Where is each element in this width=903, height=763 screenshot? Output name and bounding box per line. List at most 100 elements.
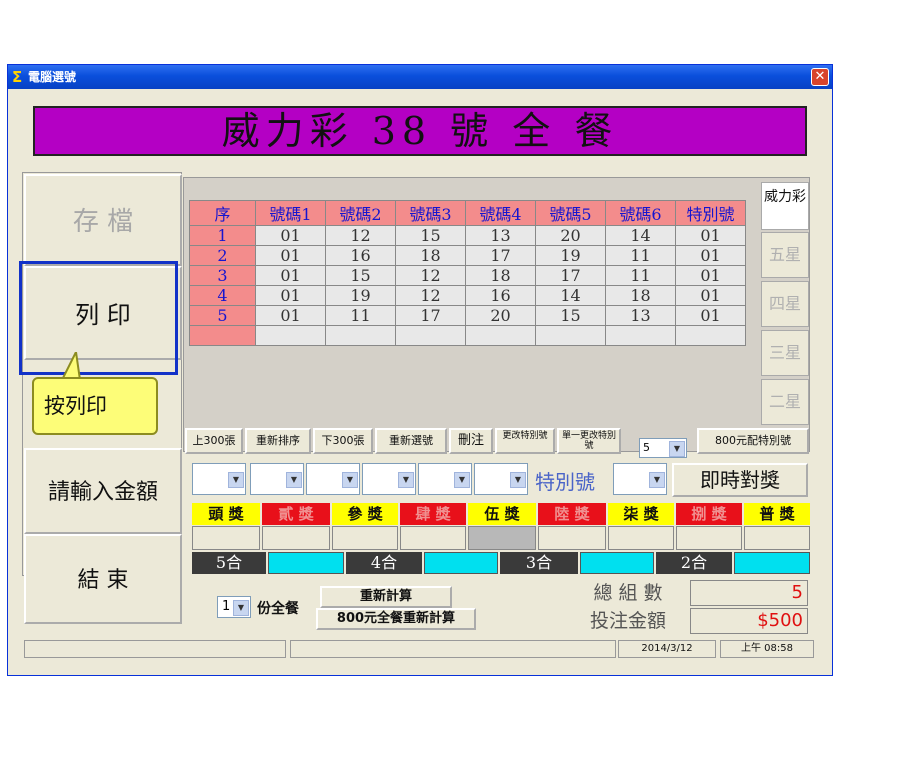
number-select-3[interactable]: ▼ — [306, 463, 360, 495]
cell: 01 — [255, 225, 326, 246]
resort-button[interactable]: 重新排序 — [245, 428, 311, 454]
prize-count — [538, 526, 606, 550]
table-row[interactable]: 4 01 19 12 16 14 18 01 — [189, 285, 746, 306]
cell: 19 — [325, 285, 396, 306]
recalc-800-button[interactable]: 800元全餐重新計算 — [316, 608, 476, 630]
cell: 12 — [395, 265, 466, 286]
col-header: 號碼6 — [605, 200, 676, 226]
cell — [605, 325, 676, 346]
match-count — [734, 552, 810, 574]
banner-title: 威力彩 38 號 全 餐 — [33, 106, 807, 156]
copies-value: 1 — [222, 599, 231, 614]
numbers-table: 序 號碼1 號碼2 號碼3 號碼4 號碼5 號碼6 特別號 1 01 12 15… — [189, 200, 746, 346]
chevron-down-icon[interactable]: ▼ — [228, 472, 244, 488]
chevron-down-icon[interactable]: ▼ — [669, 441, 685, 457]
next-300-button[interactable]: 下300張 — [313, 428, 373, 454]
col-header: 號碼4 — [465, 200, 536, 226]
number-select-2[interactable]: ▼ — [250, 463, 304, 495]
status-time: 上午 08:58 — [720, 640, 814, 658]
cell: 01 — [255, 305, 326, 326]
cell: 01 — [255, 285, 326, 306]
copies-label: 份全餐 — [257, 601, 299, 617]
cell: 19 — [535, 245, 606, 266]
recalc-button[interactable]: 重新計算 — [320, 586, 452, 608]
delete-button[interactable]: 刪注 — [449, 428, 493, 454]
chevron-down-icon[interactable]: ▼ — [510, 472, 526, 488]
count-value: 5 — [643, 441, 650, 454]
cell — [535, 325, 606, 346]
cell — [465, 325, 536, 346]
cell: 01 — [675, 225, 746, 246]
special-800-button[interactable]: 800元配特別號 — [697, 428, 809, 454]
cell: 14 — [535, 285, 606, 306]
prize-label: 貳 獎 — [262, 503, 330, 525]
match-label: 5合 — [192, 552, 266, 574]
table-row-empty[interactable] — [189, 325, 746, 346]
prize-count — [400, 526, 466, 550]
table-row[interactable]: 5 01 11 17 20 15 13 01 — [189, 305, 746, 326]
chevron-down-icon[interactable]: ▼ — [454, 472, 470, 488]
reselect-button[interactable]: 重新選號 — [375, 428, 447, 454]
tab-two-star[interactable]: 二星 — [761, 379, 809, 425]
chevron-down-icon[interactable]: ▼ — [286, 472, 302, 488]
status-panel-1 — [24, 640, 286, 658]
row-seq — [189, 325, 256, 346]
col-header: 特別號 — [675, 200, 746, 226]
col-header: 號碼1 — [255, 200, 326, 226]
enter-amount-button[interactable]: 請輸入金額 — [24, 448, 182, 534]
cell: 01 — [255, 245, 326, 266]
number-select-5[interactable]: ▼ — [418, 463, 472, 495]
window-title: 電腦選號 — [28, 70, 77, 84]
prize-label: 普 獎 — [744, 503, 810, 525]
tab-three-star[interactable]: 三星 — [761, 330, 809, 376]
app-icon: Σ — [12, 68, 23, 86]
exit-button[interactable]: 結 束 — [24, 534, 182, 624]
table-header-row: 序 號碼1 號碼2 號碼3 號碼4 號碼5 號碼6 特別號 — [189, 200, 746, 226]
change-special-button[interactable]: 更改特別號 — [495, 428, 555, 454]
tab-power-lottery[interactable]: 威力彩 — [761, 182, 809, 230]
chevron-down-icon[interactable]: ▼ — [233, 600, 249, 616]
single-change-special-button[interactable]: 單一更改特別號 — [557, 428, 621, 454]
cell: 14 — [605, 225, 676, 246]
match-label: 4合 — [346, 552, 422, 574]
number-select-4[interactable]: ▼ — [362, 463, 416, 495]
title-bar: Σ 電腦選號 ✕ — [8, 65, 832, 89]
table-row[interactable]: 3 01 15 12 18 17 11 01 — [189, 265, 746, 286]
cell — [255, 325, 326, 346]
count-select[interactable]: 5 ▼ — [639, 438, 687, 458]
prize-label: 肆 獎 — [400, 503, 466, 525]
prize-count — [332, 526, 398, 550]
prize-count — [744, 526, 810, 550]
cell: 01 — [675, 285, 746, 306]
prize-label: 捌 獎 — [676, 503, 742, 525]
table-row[interactable]: 1 01 12 15 13 20 14 01 — [189, 225, 746, 246]
prize-label: 頭 獎 — [192, 503, 260, 525]
save-button[interactable]: 存 檔 — [24, 174, 182, 266]
cell — [395, 325, 466, 346]
number-select-1[interactable]: ▼ — [192, 463, 246, 495]
tab-five-star[interactable]: 五星 — [761, 232, 809, 278]
prev-300-button[interactable]: 上300張 — [185, 428, 243, 454]
cell: 13 — [605, 305, 676, 326]
prize-label: 參 獎 — [332, 503, 398, 525]
close-button[interactable]: ✕ — [811, 68, 829, 86]
table-row[interactable]: 2 01 16 18 17 19 11 01 — [189, 245, 746, 266]
cell: 01 — [675, 245, 746, 266]
number-select-6[interactable]: ▼ — [474, 463, 528, 495]
chevron-down-icon[interactable]: ▼ — [398, 472, 414, 488]
row-seq: 4 — [189, 285, 256, 306]
cell — [675, 325, 746, 346]
chevron-down-icon[interactable]: ▼ — [342, 472, 358, 488]
prize-label: 柒 獎 — [608, 503, 674, 525]
total-groups-label: 總 組 數 — [593, 582, 663, 604]
special-number-select[interactable]: ▼ — [613, 463, 667, 495]
tab-four-star[interactable]: 四星 — [761, 281, 809, 327]
prize-label: 伍 獎 — [468, 503, 536, 525]
tooltip-tail — [60, 352, 82, 380]
chevron-down-icon[interactable]: ▼ — [649, 472, 665, 488]
cell: 11 — [325, 305, 396, 326]
copies-select[interactable]: 1 ▼ — [217, 596, 251, 618]
row-seq: 1 — [189, 225, 256, 246]
instant-match-button[interactable]: 即時對獎 — [672, 463, 808, 497]
cell: 17 — [465, 245, 536, 266]
